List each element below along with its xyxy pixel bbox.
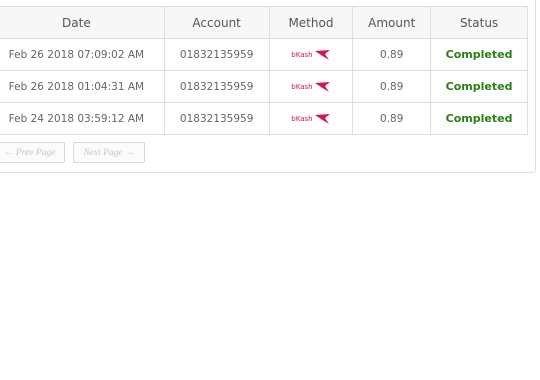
cell-method: bKash [268, 38, 354, 71]
next-page-button[interactable]: Next Page → [73, 142, 145, 163]
cell-date: Feb 26 2018 01:04:31 AM [0, 70, 165, 103]
cell-amount: 0.89 [352, 102, 432, 135]
pagination: ← Prev Page Next Page → [0, 142, 145, 163]
prev-page-button[interactable]: ← Prev Page [0, 142, 66, 163]
cell-amount: 0.89 [352, 70, 432, 103]
column-header-status[interactable]: Status [430, 6, 528, 39]
column-header-amount[interactable]: Amount [352, 6, 432, 39]
cell-amount: 0.89 [352, 38, 432, 71]
column-header-method[interactable]: Method [268, 6, 354, 39]
column-header-account[interactable]: Account [163, 6, 270, 39]
status-badge: Completed [430, 38, 528, 71]
cell-account: 01832135959 [163, 70, 270, 103]
table-header-row: Date Account Method Amount Status [0, 6, 528, 39]
cell-date: Feb 26 2018 07:09:02 AM [0, 38, 165, 71]
bkash-logo-icon: bKash [291, 49, 330, 61]
table-row: Feb 26 2018 07:09:02 AM 01832135959 bKas… [0, 38, 528, 71]
bkash-logo-icon: bKash [291, 113, 330, 125]
bkash-logo-icon: bKash [291, 81, 330, 93]
status-badge: Completed [430, 70, 528, 103]
table-row: Feb 24 2018 03:59:12 AM 01832135959 bKas… [0, 102, 528, 135]
column-header-date[interactable]: Date [0, 6, 165, 39]
status-badge: Completed [430, 102, 528, 135]
cell-method: bKash [268, 70, 354, 103]
cell-account: 01832135959 [163, 102, 270, 135]
table-row: Feb 26 2018 01:04:31 AM 01832135959 bKas… [0, 70, 528, 103]
cell-account: 01832135959 [163, 38, 270, 71]
cell-date: Feb 24 2018 03:59:12 AM [0, 102, 165, 135]
cell-method: bKash [268, 102, 354, 135]
transactions-table: Date Account Method Amount Status Feb 26… [0, 6, 528, 135]
